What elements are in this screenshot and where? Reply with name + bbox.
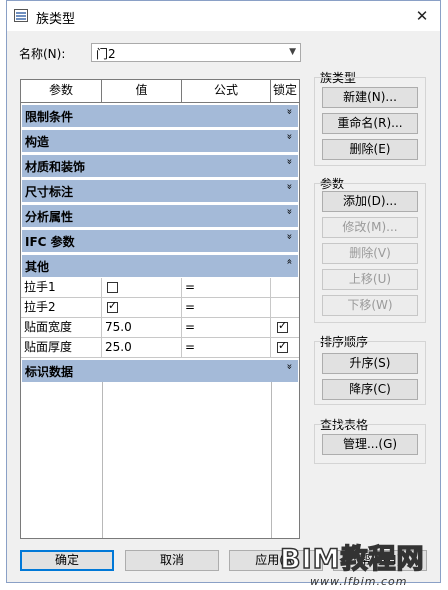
group-analytical[interactable]: 分析属性 » [22, 205, 298, 227]
table-row: 贴面宽度 75.0 = ✓ [21, 318, 299, 338]
cancel-button[interactable]: 取消 [125, 550, 219, 571]
watermark-logo: BIM教程网 [279, 543, 425, 576]
expand-icon[interactable]: » [284, 232, 295, 242]
param-formula[interactable]: = [182, 338, 271, 357]
column-divider [102, 382, 103, 538]
name-dropdown[interactable]: 门2 ▼ [91, 43, 301, 62]
group-label: 分析属性 [25, 210, 74, 224]
title-bar: 族类型 ✕ [7, 1, 440, 31]
group-identity-data[interactable]: 标识数据 » [22, 360, 298, 382]
param-lock [271, 298, 299, 317]
param-name: 贴面宽度 [21, 318, 102, 337]
group-label: IFC 参数 [25, 235, 75, 249]
remove-parameter-button[interactable]: 删除(V) [322, 243, 418, 264]
expand-icon[interactable]: » [284, 207, 295, 217]
add-parameter-button[interactable]: 添加(D)... [322, 191, 418, 212]
group-other[interactable]: 其他 « [22, 255, 298, 277]
expand-icon[interactable]: » [284, 107, 295, 117]
param-name: 拉手1 [21, 278, 102, 297]
delete-type-button[interactable]: 删除(E) [322, 139, 418, 160]
ok-button[interactable]: 确定 [20, 550, 114, 571]
name-label: 名称(N): [19, 47, 66, 61]
header-parameter[interactable]: 参数 [21, 80, 102, 102]
group-ifc[interactable]: IFC 参数 » [22, 230, 298, 252]
param-value-cell[interactable] [102, 278, 182, 297]
group-materials[interactable]: 材质和装饰 » [22, 155, 298, 177]
group-label: 材质和装饰 [25, 160, 86, 174]
move-down-button[interactable]: 下移(W) [322, 295, 418, 316]
collapse-icon[interactable]: « [284, 257, 295, 267]
group-label: 其他 [25, 260, 50, 274]
check-icon: ✓ [108, 299, 118, 312]
check-icon: ✓ [278, 319, 288, 332]
param-formula[interactable]: = [182, 298, 271, 317]
expand-icon[interactable]: » [284, 182, 295, 192]
grid-header: 参数 值 公式 锁定 [21, 80, 299, 103]
param-value[interactable]: 75.0 [102, 318, 182, 337]
param-name: 拉手2 [21, 298, 102, 317]
modify-parameter-button[interactable]: 修改(M)... [322, 217, 418, 238]
group-label: 限制条件 [25, 110, 74, 124]
check-icon: ✓ [278, 339, 288, 352]
parameter-grid: 参数 值 公式 锁定 限制条件 » 构造 » 材质和装饰 » 尺寸标注 » 分析… [20, 79, 300, 539]
family-types-dialog: 族类型 ✕ 名称(N): 门2 ▼ 参数 值 公式 锁定 限制条件 » 构造 »… [6, 0, 441, 583]
header-value[interactable]: 值 [102, 80, 182, 102]
expand-icon[interactable]: » [284, 157, 295, 167]
param-lock [271, 278, 299, 297]
window-title: 族类型 [36, 12, 76, 27]
lock-checkbox[interactable]: ✓ [277, 319, 288, 333]
group-construction[interactable]: 构造 » [22, 130, 298, 152]
param-value[interactable]: 25.0 [102, 338, 182, 357]
table-row: 拉手1 = [21, 278, 299, 298]
watermark-url: www.lfbim.com [310, 575, 408, 588]
group-constraints[interactable]: 限制条件 » [22, 105, 298, 127]
name-value: 门2 [96, 47, 116, 61]
group-dimensions[interactable]: 尺寸标注 » [22, 180, 298, 202]
group-label: 构造 [25, 135, 50, 149]
header-formula[interactable]: 公式 [182, 80, 271, 102]
manage-lookup-button[interactable]: 管理...(G) [322, 434, 418, 455]
header-lock[interactable]: 锁定 [271, 80, 299, 102]
chevron-down-icon: ▼ [289, 47, 296, 57]
group-label: 尺寸标注 [25, 185, 74, 199]
column-divider [271, 382, 272, 538]
expand-icon[interactable]: » [284, 132, 295, 142]
sort-descending-button[interactable]: 降序(C) [322, 379, 418, 400]
param-name: 贴面厚度 [21, 338, 102, 357]
checkbox[interactable] [107, 282, 118, 293]
rename-type-button[interactable]: 重命名(R)... [322, 113, 418, 134]
param-formula[interactable]: = [182, 318, 271, 337]
checkbox[interactable]: ✓ [107, 299, 118, 313]
param-lock[interactable]: ✓ [271, 318, 299, 337]
table-row: 拉手2 ✓ = [21, 298, 299, 318]
move-up-button[interactable]: 上移(U) [322, 269, 418, 290]
param-lock[interactable]: ✓ [271, 338, 299, 357]
param-value-cell[interactable]: ✓ [102, 298, 182, 317]
expand-icon[interactable]: » [284, 362, 295, 372]
family-icon [14, 9, 28, 22]
group-label: 标识数据 [25, 365, 74, 379]
close-icon[interactable]: ✕ [410, 5, 434, 27]
lock-checkbox[interactable]: ✓ [277, 339, 288, 353]
table-row: 贴面厚度 25.0 = ✓ [21, 338, 299, 358]
watermark: BIM教程网 www.lfbim.com [279, 540, 448, 590]
new-type-button[interactable]: 新建(N)... [322, 87, 418, 108]
sort-ascending-button[interactable]: 升序(S) [322, 353, 418, 374]
param-formula[interactable]: = [182, 278, 271, 297]
